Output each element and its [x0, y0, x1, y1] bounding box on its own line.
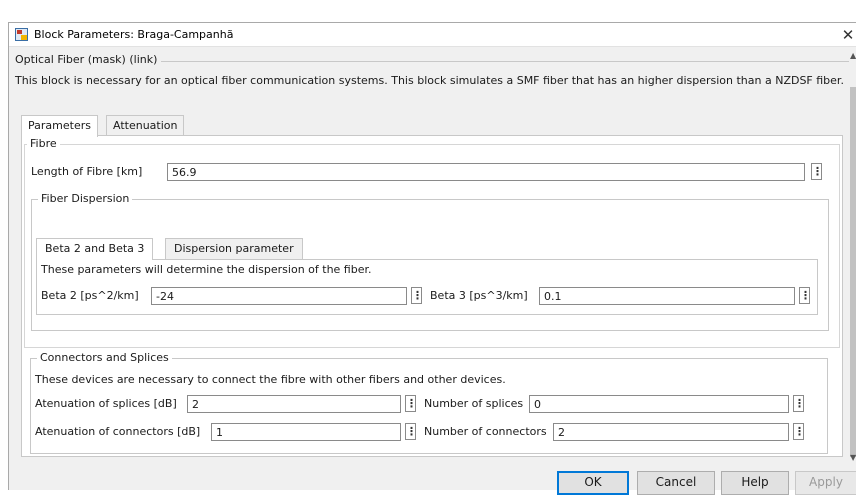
- connector-attenuation-label: Atenuation of connectors [dB]: [35, 425, 201, 438]
- block-description: This block is necessary for an optical f…: [15, 74, 844, 87]
- beta3-field[interactable]: 0.1: [539, 287, 795, 305]
- length-dialog-icon[interactable]: ⋮: [811, 163, 823, 180]
- beta-panel: These parameters will determine the disp…: [36, 259, 818, 315]
- beta2-dialog-icon[interactable]: ⋮: [411, 287, 423, 304]
- block-header-label: Optical Fiber (mask) (link): [15, 53, 162, 66]
- connector-attenuation-dialog-icon[interactable]: ⋮: [405, 423, 417, 440]
- num-connectors-field[interactable]: 2: [553, 423, 789, 441]
- help-button[interactable]: Help: [721, 471, 789, 495]
- vertical-scrollbar[interactable]: ▲ ▼: [849, 47, 856, 467]
- connectors-note: These devices are necessary to connect t…: [35, 373, 506, 386]
- beta3-dialog-icon[interactable]: ⋮: [799, 287, 811, 304]
- scrollbar-thumb[interactable]: [850, 87, 856, 457]
- dispersion-note: These parameters will determine the disp…: [41, 263, 372, 276]
- fiber-dispersion-label: Fiber Dispersion: [38, 192, 133, 205]
- splice-attenuation-field[interactable]: 2: [187, 395, 401, 413]
- dialog-content: Optical Fiber (mask) (link) This block i…: [9, 47, 849, 467]
- splice-attenuation-label: Atenuation of splices [dB]: [35, 397, 177, 410]
- scroll-down-icon[interactable]: ▼: [850, 453, 856, 462]
- title-bar[interactable]: Block Parameters: Braga-Campanhã ✕: [9, 23, 856, 47]
- connectors-splices-label: Connectors and Splices: [37, 351, 172, 364]
- num-splices-field[interactable]: 0: [529, 395, 789, 413]
- num-connectors-label: Number of connectors: [424, 425, 547, 438]
- ok-button[interactable]: OK: [557, 471, 629, 495]
- desktop-background: [0, 0, 856, 22]
- tab-dispersion-parameter[interactable]: Dispersion parameter: [165, 238, 303, 259]
- fiber-dispersion-group: Fiber Dispersion Beta 2 and Beta 3 Dispe…: [31, 192, 829, 331]
- beta3-label: Beta 3 [ps^3/km]: [430, 289, 528, 302]
- cancel-button[interactable]: Cancel: [637, 471, 715, 495]
- beta2-field[interactable]: -24: [151, 287, 407, 305]
- apply-button[interactable]: Apply: [795, 471, 856, 495]
- block-parameters-dialog: Block Parameters: Braga-Campanhã ✕ Optic…: [8, 22, 856, 495]
- parameters-panel: Fibre Length of Fibre [km] 56.9 ⋮ Fiber …: [21, 135, 843, 457]
- tab-beta2-beta3[interactable]: Beta 2 and Beta 3: [36, 238, 154, 260]
- tab-attenuation[interactable]: Attenuation: [106, 115, 185, 135]
- window-title: Block Parameters: Braga-Campanhã: [34, 28, 234, 41]
- scroll-up-icon[interactable]: ▲: [850, 51, 856, 60]
- connector-attenuation-field[interactable]: 1: [211, 423, 401, 441]
- num-splices-dialog-icon[interactable]: ⋮: [793, 395, 805, 412]
- fibre-group: Fibre Length of Fibre [km] 56.9 ⋮ Fiber …: [24, 137, 840, 348]
- beta2-label: Beta 2 [ps^2/km]: [41, 289, 139, 302]
- num-splices-label: Number of splices: [424, 397, 524, 410]
- connectors-splices-group: Connectors and Splices These devices are…: [30, 351, 828, 454]
- simulink-block-icon: [15, 28, 28, 41]
- num-connectors-dialog-icon[interactable]: ⋮: [793, 423, 805, 440]
- block-header: Optical Fiber (mask) (link): [15, 53, 849, 67]
- fibre-group-label: Fibre: [27, 137, 60, 150]
- length-label: Length of Fibre [km]: [31, 165, 143, 178]
- close-icon[interactable]: ✕: [839, 25, 856, 45]
- tab-parameters[interactable]: Parameters: [21, 115, 98, 137]
- splice-attenuation-dialog-icon[interactable]: ⋮: [405, 395, 417, 412]
- length-field[interactable]: 56.9: [167, 163, 805, 181]
